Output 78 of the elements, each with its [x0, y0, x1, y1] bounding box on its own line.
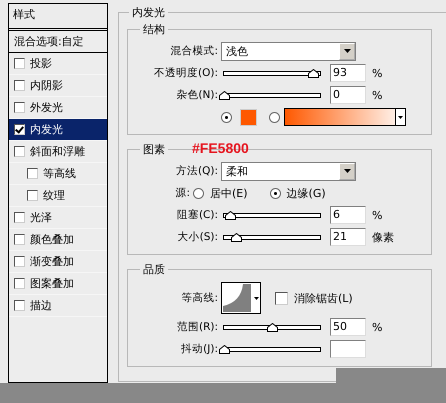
- style-list-item[interactable]: 内阴影: [9, 75, 107, 97]
- style-list-item[interactable]: 内发光: [9, 119, 107, 141]
- group-title: 品质: [140, 262, 168, 277]
- group-title: 结构: [140, 22, 168, 37]
- slider-thumb[interactable]: [267, 322, 278, 332]
- color-swatch[interactable]: [240, 108, 257, 126]
- slider-track[interactable]: [223, 212, 321, 218]
- annotation-text: #FE5800: [192, 140, 249, 156]
- dropdown[interactable]: 柔和: [221, 162, 356, 180]
- radio-button[interactable]: [193, 188, 204, 198]
- slider-thumb[interactable]: [224, 210, 236, 220]
- slider-thumb[interactable]: [308, 68, 320, 78]
- radio-label: 边缘(G): [286, 186, 326, 200]
- field-label: 不透明度(O):: [153, 66, 219, 80]
- style-list-item[interactable]: 投影: [9, 53, 107, 75]
- checkbox[interactable]: [14, 102, 25, 113]
- style-list-item[interactable]: 光泽: [9, 207, 107, 229]
- group-title: 内发光: [129, 5, 168, 20]
- radio-label: 居中(E): [210, 186, 248, 200]
- unit-label: 像素: [372, 230, 394, 244]
- style-list-item[interactable]: 图案叠加: [9, 273, 107, 295]
- checkbox[interactable]: [14, 124, 25, 135]
- checkbox[interactable]: [27, 168, 38, 179]
- caret-icon: [339, 162, 355, 180]
- slider-track[interactable]: [223, 70, 321, 76]
- checkbox[interactable]: [275, 292, 288, 304]
- checkbox[interactable]: [14, 278, 25, 289]
- slider-track[interactable]: [223, 234, 321, 240]
- field-label: 源:: [174, 186, 191, 200]
- field-label: 混合模式:: [169, 44, 219, 58]
- style-list-item[interactable]: 颜色叠加: [9, 229, 107, 251]
- slider-track[interactable]: [223, 324, 321, 330]
- checkbox[interactable]: [27, 190, 38, 201]
- style-list-item[interactable]: 渐变叠加: [9, 251, 107, 273]
- checkbox[interactable]: [14, 234, 25, 245]
- field-label: 阻塞(C):: [176, 208, 219, 222]
- checkbox[interactable]: [14, 212, 25, 223]
- unit-label: %: [372, 66, 382, 80]
- radio-button[interactable]: [270, 188, 281, 198]
- number-field[interactable]: 0: [330, 86, 366, 104]
- style-list-item[interactable]: 斜面和浮雕: [9, 141, 107, 163]
- contour-curve-icon: [223, 284, 251, 312]
- caret-icon: [254, 296, 258, 300]
- radio-button[interactable]: [269, 112, 280, 122]
- number-field[interactable]: 6: [330, 206, 366, 224]
- number-field[interactable]: 50: [330, 318, 366, 336]
- radio-button[interactable]: [221, 112, 232, 122]
- checkbox[interactable]: [14, 80, 25, 91]
- field-label: 大小(S):: [176, 230, 219, 244]
- caret-icon: [339, 42, 355, 60]
- caret-icon: [395, 109, 405, 125]
- field-label: 等高线:: [180, 291, 219, 305]
- style-list-item[interactable]: 混合选项:自定: [9, 31, 107, 53]
- number-field[interactable]: 21: [330, 228, 366, 246]
- style-list-item[interactable]: 描边: [9, 295, 107, 317]
- checkbox[interactable]: [14, 300, 25, 311]
- style-list-item[interactable]: 等高线: [9, 163, 107, 185]
- field-label: 方法(Q):: [175, 164, 219, 178]
- checkbox[interactable]: [14, 146, 25, 157]
- contour-picker[interactable]: [221, 282, 261, 314]
- style-list-item[interactable]: 纹理: [9, 185, 107, 207]
- unit-label: %: [372, 88, 382, 102]
- checkbox[interactable]: [14, 58, 25, 69]
- slider-thumb[interactable]: [219, 90, 230, 100]
- checkbox[interactable]: [14, 256, 25, 267]
- unit-label: %: [372, 208, 382, 222]
- unit-label: %: [372, 320, 382, 334]
- number-field[interactable]: 93: [330, 64, 366, 82]
- dropdown[interactable]: 浅色: [221, 42, 356, 60]
- field-label: 抖动(J):: [180, 342, 219, 356]
- gradient-picker[interactable]: [284, 108, 406, 126]
- field-label: 杂色(N):: [175, 88, 219, 102]
- number-field[interactable]: [330, 340, 366, 358]
- checkbox-label: 消除锯齿(L): [294, 290, 353, 306]
- group-title: 图素: [140, 142, 168, 157]
- slider-thumb[interactable]: [219, 344, 230, 354]
- field-label: 范围(R):: [176, 320, 219, 334]
- slider-thumb[interactable]: [231, 232, 242, 242]
